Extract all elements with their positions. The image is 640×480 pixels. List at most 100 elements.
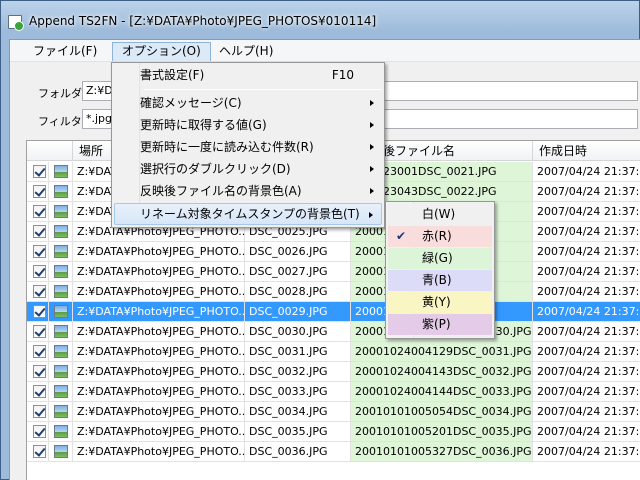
color-option[interactable]: 青(B) <box>388 270 492 291</box>
cell-location: Z:¥DATA¥Photo¥JPEG_PHOTO... <box>73 362 245 381</box>
cell-new-name: 20001024004144DSC_0033.JPG <box>351 382 533 401</box>
submenu-arrow-icon <box>370 166 374 172</box>
menu-item-confirm[interactable]: 確認メッセージ(C) <box>114 92 382 114</box>
row-checkbox[interactable] <box>33 445 46 458</box>
row-checkbox[interactable] <box>33 165 46 178</box>
color-option-label: 白(W) <box>422 207 456 221</box>
row-checkbox[interactable] <box>33 405 46 418</box>
cell-original-name: DSC_0035.JPG <box>245 422 351 441</box>
submenu-arrow-icon <box>370 188 374 194</box>
menu-item-timestamp-bg-label: リネーム対象タイムスタンプの背景色(T) <box>140 207 360 221</box>
cell-location: Z:¥DATA¥Photo¥JPEG_PHOTO... <box>73 442 245 461</box>
table-row[interactable]: Z:¥DATA¥Photo¥JPEG_PHOTO... DSC_0033.JPG 2… <box>27 382 640 402</box>
cell-location: Z:¥DATA¥Photo¥JPEG_PHOTO... <box>73 262 245 281</box>
cell-original-name: DSC_0030.JPG <box>245 322 351 341</box>
table-row[interactable]: Z:¥DATA¥Photo¥JPEG_PHOTO... DSC_0026.JPG 2… <box>27 242 640 262</box>
color-option-label: 紫(P) <box>422 317 451 331</box>
color-option[interactable]: 黄(Y) <box>388 292 492 313</box>
header-check[interactable] <box>27 141 73 161</box>
cell-created: 2007/04/24 21:37:38 <box>533 402 640 421</box>
row-checkbox[interactable] <box>33 365 46 378</box>
menu-item-applied-bg-label: 反映後ファイル名の背景色(A) <box>140 184 302 198</box>
submenu-arrow-icon <box>370 144 374 150</box>
title-bar[interactable]: Append TS2FN - [Z:¥DATA¥Photo¥JPEG_PHOTO… <box>1 1 640 39</box>
cell-created: 2007/04/24 21:37:38 <box>533 182 640 201</box>
cell-created: 2007/04/24 21:37:38 <box>533 362 640 381</box>
color-option[interactable]: ✔ 赤(R) <box>388 226 492 247</box>
table-row[interactable]: Z:¥DATA¥Photo¥JPEG_PHOTO... DSC_0030.JPG 2… <box>27 322 640 342</box>
table-row[interactable]: Z:¥DATA¥Photo¥JPEG_PHOTO... DSC_0036.JPG 2… <box>27 442 640 462</box>
menu-help[interactable]: ヘルプ(H) <box>210 42 282 61</box>
color-option[interactable]: 白(W) <box>388 204 492 225</box>
menu-item-format-shortcut: F10 <box>331 68 354 82</box>
menu-item-confirm-label: 確認メッセージ(C) <box>140 96 242 110</box>
table-row[interactable]: Z:¥DATA¥Photo¥JPEG_PHOTO... DSC_0029.JPG 2… <box>27 302 640 322</box>
menu-bar: ファイル(F) オプション(O) ヘルプ(H) <box>10 40 640 62</box>
row-checkbox[interactable] <box>33 205 46 218</box>
cell-location: Z:¥DATA¥Photo¥JPEG_PHOTO... <box>73 302 245 321</box>
menu-item-double-click-label: 選択行のダブルクリック(D) <box>140 162 291 176</box>
row-checkbox[interactable] <box>33 265 46 278</box>
cell-original-name: DSC_0031.JPG <box>245 342 351 361</box>
color-option[interactable]: 緑(G) <box>388 248 492 269</box>
cell-original-name: DSC_0036.JPG <box>245 442 351 461</box>
cell-new-name: 20001024004143DSC_0032.JPG <box>351 362 533 381</box>
row-checkbox[interactable] <box>33 325 46 338</box>
cell-created: 2007/04/24 21:37:38 <box>533 202 640 221</box>
menu-item-double-click[interactable]: 選択行のダブルクリック(D) <box>114 158 382 180</box>
menu-item-applied-bg[interactable]: 反映後ファイル名の背景色(A) <box>114 180 382 202</box>
folder-label: フォルダ <box>38 87 82 100</box>
options-menu: 書式設定(F) F10 確認メッセージ(C) 更新時に取得する値(G) 更新時に… <box>111 62 385 228</box>
table-row[interactable]: Z:¥DATA¥Photo¥JPEG_PHOTO... DSC_0032.JPG 2… <box>27 362 640 382</box>
cell-new-name: 20001024004129DSC_0031.JPG <box>351 342 533 361</box>
row-checkbox[interactable] <box>33 425 46 438</box>
row-checkbox[interactable] <box>33 225 46 238</box>
menu-item-format[interactable]: 書式設定(F) F10 <box>114 64 382 86</box>
image-thumbnail-icon <box>54 205 68 218</box>
row-checkbox[interactable] <box>33 305 46 318</box>
menu-options[interactable]: オプション(O) <box>112 42 211 61</box>
menu-item-fetch-values[interactable]: 更新時に取得する値(G) <box>114 114 382 136</box>
header-created[interactable]: 作成日時 <box>533 141 640 161</box>
cell-created: 2007/04/24 21:37:38 <box>533 162 640 181</box>
menu-item-read-count-label: 更新時に一度に読み込む件数(R) <box>140 140 314 154</box>
image-thumbnail-icon <box>54 425 68 438</box>
cell-created: 2007/04/24 21:37:38 <box>533 222 640 241</box>
cell-location: Z:¥DATA¥Photo¥JPEG_PHOTO... <box>73 322 245 341</box>
menu-separator <box>144 89 382 90</box>
app-icon <box>8 15 24 31</box>
submenu-arrow-icon <box>370 100 374 106</box>
cell-created: 2007/04/24 21:37:38 <box>533 282 640 301</box>
cell-created: 2007/04/24 21:37:38 <box>533 322 640 341</box>
color-option[interactable]: 紫(P) <box>388 314 492 335</box>
image-thumbnail-icon <box>54 385 68 398</box>
menu-item-timestamp-bg[interactable]: リネーム対象タイムスタンプの背景色(T) <box>114 203 382 225</box>
color-option-label: 青(B) <box>422 273 452 287</box>
row-checkbox[interactable] <box>33 385 46 398</box>
submenu-arrow-icon <box>370 122 374 128</box>
cell-created: 2007/04/24 21:37:38 <box>533 242 640 261</box>
image-thumbnail-icon <box>54 225 68 238</box>
cell-location: Z:¥DATA¥Photo¥JPEG_PHOTO... <box>73 402 245 421</box>
cell-original-name: DSC_0034.JPG <box>245 402 351 421</box>
cell-original-name: DSC_0026.JPG <box>245 242 351 261</box>
menu-file[interactable]: ファイル(F) <box>24 42 106 61</box>
cell-new-name: 20010101005054DSC_0034.JPG <box>351 402 533 421</box>
menu-item-read-count[interactable]: 更新時に一度に読み込む件数(R) <box>114 136 382 158</box>
table-row[interactable]: Z:¥DATA¥Photo¥JPEG_PHOTO... DSC_0034.JPG 2… <box>27 402 640 422</box>
table-row[interactable]: Z:¥DATA¥Photo¥JPEG_PHOTO... DSC_0035.JPG 2… <box>27 422 640 442</box>
table-row[interactable]: Z:¥DATA¥Photo¥JPEG_PHOTO... DSC_0028.JPG 2… <box>27 282 640 302</box>
table-row[interactable]: Z:¥DATA¥Photo¥JPEG_PHOTO... DSC_0027.JPG 2… <box>27 262 640 282</box>
row-checkbox[interactable] <box>33 185 46 198</box>
row-checkbox[interactable] <box>33 345 46 358</box>
cell-created: 2007/04/24 21:37:38 <box>533 262 640 281</box>
table-row[interactable]: Z:¥DATA¥Photo¥JPEG_PHOTO... DSC_0031.JPG 2… <box>27 342 640 362</box>
cell-new-name: 20010101005201DSC_0035.JPG <box>351 422 533 441</box>
image-thumbnail-icon <box>54 345 68 358</box>
menu-item-fetch-values-label: 更新時に取得する値(G) <box>140 118 267 132</box>
row-checkbox[interactable] <box>33 245 46 258</box>
cell-location: Z:¥DATA¥Photo¥JPEG_PHOTO... <box>73 282 245 301</box>
cell-location: Z:¥DATA¥Photo¥JPEG_PHOTO... <box>73 382 245 401</box>
cell-created: 2007/04/24 21:37:38 <box>533 342 640 361</box>
row-checkbox[interactable] <box>33 285 46 298</box>
